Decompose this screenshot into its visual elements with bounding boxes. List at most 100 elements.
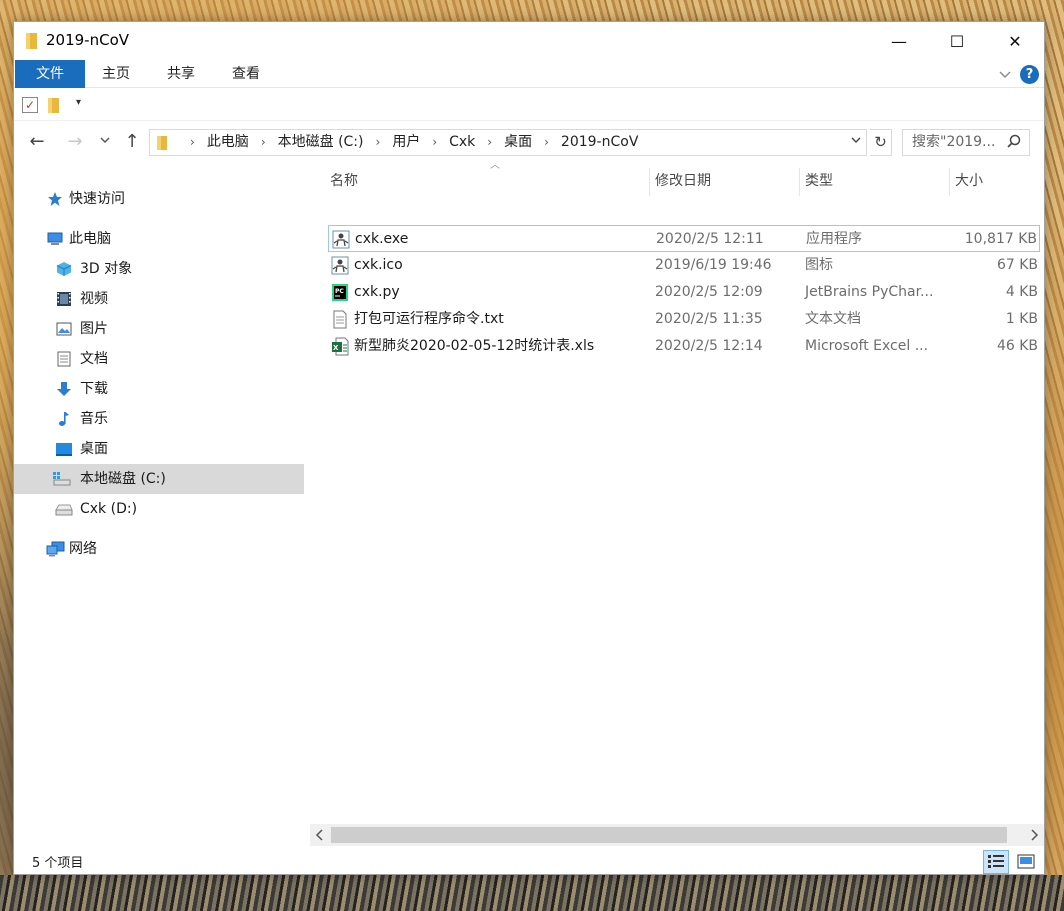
breadcrumb-users[interactable]: 用户 [392,134,420,150]
item-count: 5 个项目 [32,856,84,871]
breadcrumb-local-disk[interactable]: 本地磁盘 (C:) [278,134,364,150]
scrollbar-thumb[interactable] [331,827,1007,843]
file-type: 文本文档 [805,311,861,327]
file-size: 67 KB [996,257,1038,273]
explorer-window: 2019-nCoV — ☐ ✕ 文件 主页 共享 查看 ? ✓ ▾ ← → ↑ … [13,21,1045,875]
expand-ribbon-chevron-icon[interactable] [997,66,1013,82]
desktop-icon [56,443,72,456]
refresh-button[interactable]: ↻ [870,129,892,156]
breadcrumb-separator[interactable]: › [487,135,492,149]
excel-icon: X [332,337,349,356]
breadcrumb-current-folder[interactable]: 2019-nCoV [561,134,638,150]
forward-button[interactable]: → [64,130,86,154]
navigation-pane: 快速访问 此电脑 3D 对象 视频 图片 文档 下载 音乐 桌面 本地磁盘 (C… [14,162,304,822]
svg-text:X: X [333,344,339,352]
sidebar-item-label: 此电脑 [69,231,111,247]
quick-access-toolbar: ✓ ▾ [14,89,1044,121]
breadcrumb-separator: › [190,135,195,149]
document-icon [57,351,71,367]
breadcrumb-cxk[interactable]: Cxk [449,134,475,150]
file-row-cxk-py[interactable]: PC cxk.py 2020/2/5 12:09 JetBrains PyCha… [328,279,1040,306]
sort-ascending-icon: ︿ [490,160,500,171]
file-date: 2020/2/5 12:09 [655,284,763,300]
breadcrumb-separator[interactable]: › [376,135,381,149]
file-date: 2020/2/5 12:14 [655,338,763,354]
breadcrumb-this-pc[interactable]: 此电脑 [207,134,249,150]
sidebar-item-3d-objects[interactable]: 3D 对象 [14,254,304,284]
new-folder-icon[interactable] [48,98,60,113]
tab-home[interactable]: 主页 [94,60,138,88]
column-divider[interactable] [649,168,650,196]
navigation-bar: ← → ↑ › 此电脑 › 本地磁盘 (C:) › 用户 › Cxk › 桌面 › 2019-nCoV… [14,126,1044,158]
up-button[interactable]: ↑ [121,130,143,154]
properties-check-icon[interactable]: ✓ [22,97,38,113]
address-bar[interactable]: › 此电脑 › 本地磁盘 (C:) › 用户 › Cxk › 桌面 › 2019-nCoV [149,129,867,156]
video-film-icon [57,292,71,306]
column-header-size[interactable]: 大小 [955,166,983,196]
sidebar-item-music[interactable]: 音乐 [14,404,304,434]
file-date: 2019/6/19 19:46 [655,257,772,273]
search-input[interactable]: 搜索"2019... [912,130,995,155]
column-divider[interactable] [949,168,950,196]
file-row-cxk-ico[interactable]: cxk.ico 2019/6/19 19:46 图标 67 KB [328,252,1040,279]
recent-locations-button[interactable] [96,130,114,154]
file-type: 图标 [805,257,833,273]
breadcrumb-separator[interactable]: › [544,135,549,149]
details-view-button[interactable] [983,850,1009,874]
large-icons-view-button[interactable] [1013,850,1039,874]
sidebar-item-local-disk-c[interactable]: 本地磁盘 (C:) [14,464,304,494]
column-header-name[interactable]: 名称 [330,166,358,196]
file-date: 2020/2/5 12:11 [656,231,764,247]
back-button[interactable]: ← [26,130,48,154]
file-row-xls[interactable]: X 新型肺炎2020-02-05-12时统计表.xls 2020/2/5 12:… [328,333,1040,360]
maximize-button[interactable]: ☐ [928,22,986,60]
search-box[interactable]: 搜索"2019... [902,129,1030,156]
breadcrumb-separator[interactable]: › [261,135,266,149]
folder-icon [157,136,167,150]
sidebar-item-desktop[interactable]: 桌面 [14,434,304,464]
sidebar-item-pictures[interactable]: 图片 [14,314,304,344]
file-name: cxk.exe [355,231,409,247]
tab-view[interactable]: 查看 [224,60,268,88]
breadcrumb-separator[interactable]: › [432,135,437,149]
file-list: ︿ 名称 修改日期 类型 大小 cxk.exe 2020/2/5 12:11 应… [324,160,1046,822]
picture-icon [56,322,72,336]
file-name: 打包可运行程序命令.txt [354,311,504,327]
sidebar-item-label: 桌面 [80,441,108,457]
column-divider[interactable] [799,168,800,196]
file-size: 4 KB [1005,284,1038,300]
sidebar-item-documents[interactable]: 文档 [14,344,304,374]
sidebar-item-drive-d[interactable]: Cxk (D:) [14,494,304,524]
address-history-chevron-icon[interactable] [850,134,862,146]
close-button[interactable]: ✕ [986,22,1044,60]
minimize-button[interactable]: — [870,22,928,60]
sidebar-item-videos[interactable]: 视频 [14,284,304,314]
column-header-date[interactable]: 修改日期 [655,166,711,196]
status-bar: 5 个项目 [14,848,1044,876]
file-name: cxk.ico [354,257,403,273]
file-date: 2020/2/5 11:35 [655,311,763,327]
customize-toolbar-dropdown[interactable]: ▾ [76,97,81,108]
file-size: 1 KB [1005,311,1038,327]
text-file-icon [333,310,347,329]
sidebar-item-this-pc[interactable]: 此电脑 [14,224,304,254]
horizontal-scrollbar[interactable] [310,824,1044,846]
window-title: 2019-nCoV [46,31,130,49]
download-arrow-icon [57,382,71,396]
search-icon[interactable] [1007,134,1021,150]
sidebar-item-downloads[interactable]: 下载 [14,374,304,404]
chevron-down-icon [100,137,110,143]
tab-file[interactable]: 文件 [15,60,85,88]
help-icon[interactable]: ? [1020,65,1039,84]
breadcrumb: › 此电脑 › 本地磁盘 (C:) › 用户 › Cxk › 桌面 › 2019-nCoV [178,130,638,155]
ico-icon [331,256,349,275]
breadcrumb-desktop[interactable]: 桌面 [504,134,532,150]
column-header-type[interactable]: 类型 [805,166,833,196]
tab-share[interactable]: 共享 [159,60,203,88]
sidebar-item-quick-access[interactable]: 快速访问 [14,184,304,214]
file-row-txt[interactable]: 打包可运行程序命令.txt 2020/2/5 11:35 文本文档 1 KB [328,306,1040,333]
file-row-cxk-exe[interactable]: cxk.exe 2020/2/5 12:11 应用程序 10,817 KB [328,225,1040,252]
scroll-right-arrow-icon[interactable] [1024,824,1044,846]
sidebar-item-network[interactable]: 网络 [14,534,304,564]
scroll-left-arrow-icon[interactable] [310,824,330,846]
